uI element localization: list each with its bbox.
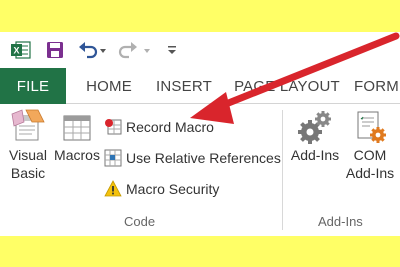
add-ins-group-label: Add-Ins	[318, 214, 363, 229]
undo-icon[interactable]	[78, 38, 108, 62]
quick-access-toolbar: X	[0, 32, 400, 68]
use-relative-references-label: Use Relative References	[126, 150, 281, 166]
highlight-band-bottom	[0, 236, 400, 267]
macros-button[interactable]: Macros	[54, 108, 100, 164]
save-icon[interactable]	[44, 38, 66, 62]
ribbon-panel: Visual Basic Macros Record Macro Use Rel…	[0, 104, 400, 236]
highlight-band-top	[0, 0, 400, 32]
warning-icon	[104, 180, 122, 197]
add-ins-button[interactable]: Add-Ins	[288, 108, 342, 164]
group-divider	[282, 110, 283, 230]
visual-basic-label-1: Visual	[9, 147, 47, 163]
svg-text:X: X	[13, 46, 19, 56]
record-macro-button[interactable]: Record Macro	[104, 114, 214, 140]
com-add-ins-icon	[357, 111, 386, 143]
visual-basic-icon	[11, 109, 45, 141]
visual-basic-button[interactable]: Visual Basic	[4, 108, 52, 182]
record-macro-icon	[105, 119, 122, 135]
macros-label: Macros	[54, 147, 100, 163]
com-add-ins-button[interactable]: COM Add-Ins	[344, 108, 396, 182]
tab-file[interactable]: FILE	[0, 68, 66, 104]
tab-formulas[interactable]: FORMU	[354, 68, 400, 104]
relative-references-icon	[104, 149, 122, 167]
tab-insert[interactable]: INSERT	[148, 68, 220, 104]
com-add-ins-label-1: COM	[353, 147, 387, 163]
tab-page-layout[interactable]: PAGE LAYOUT	[226, 68, 348, 104]
visual-basic-label-2: Basic	[10, 165, 46, 181]
customize-qat-icon[interactable]	[164, 38, 180, 62]
use-relative-references-button[interactable]: Use Relative References	[104, 145, 281, 171]
ribbon-tabs: FILE HOME INSERT PAGE LAYOUT FORMU	[0, 68, 400, 104]
tab-home[interactable]: HOME	[76, 68, 142, 104]
add-ins-label: Add-Ins	[290, 147, 340, 163]
record-macro-label: Record Macro	[126, 119, 214, 135]
macro-security-button[interactable]: Macro Security	[104, 176, 219, 202]
gears-icon	[298, 111, 331, 144]
macro-security-label: Macro Security	[126, 181, 220, 197]
excel-logo-icon[interactable]: X	[10, 38, 32, 62]
macros-icon	[63, 115, 91, 141]
com-add-ins-label-2: Add-Ins	[345, 165, 395, 181]
code-group-label: Code	[124, 214, 156, 229]
redo-icon[interactable]	[118, 38, 152, 62]
